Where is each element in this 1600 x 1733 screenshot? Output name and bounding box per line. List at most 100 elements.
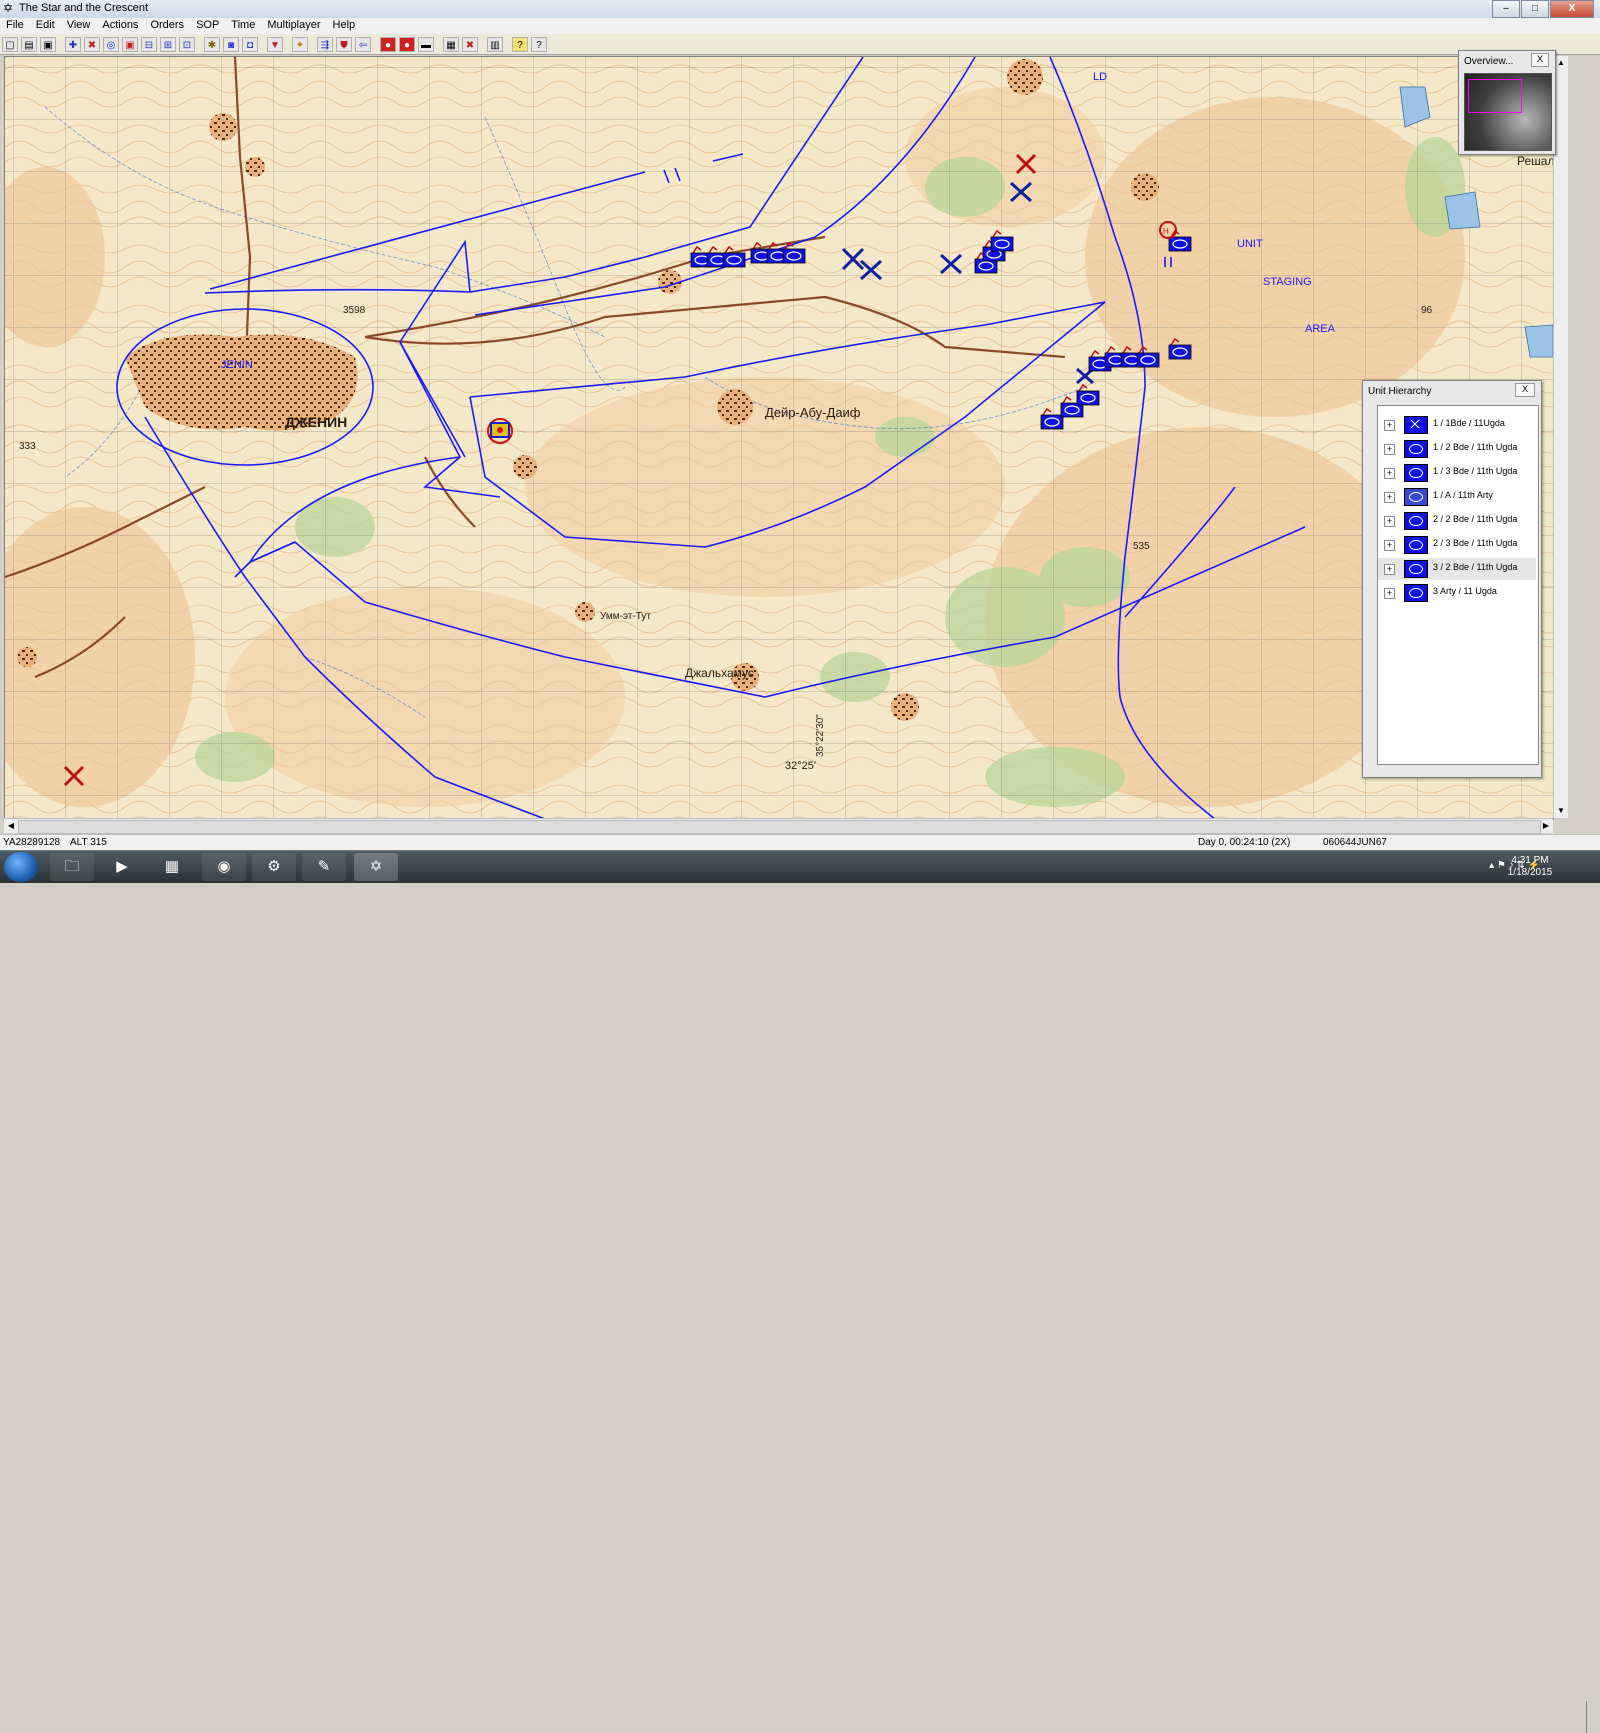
unit-tree-item[interactable]: + 3 / 2 Bde / 11th Ugda: [1378, 558, 1536, 580]
topographic-map[interactable]: H JENIN ДЖЕНИН Дейр-Абу-Даиф Джальхамус …: [5, 57, 1553, 819]
close-button[interactable]: X: [1550, 0, 1594, 18]
save-icon[interactable]: ▣: [40, 36, 56, 52]
spot-96: 96: [1421, 305, 1433, 316]
status-bar: YA28289128 ALT 315 Day 0, 00:24:10 (2X) …: [0, 834, 1600, 851]
delete-icon[interactable]: ✖: [462, 36, 478, 52]
stop-icon[interactable]: ●: [380, 36, 396, 52]
label-longitude: 35°22'30": [815, 714, 826, 757]
menu-edit[interactable]: Edit: [30, 18, 61, 34]
unit-tree-item[interactable]: + 2 / 2 Bde / 11th Ugda: [1378, 510, 1536, 532]
menu-file[interactable]: File: [0, 18, 30, 34]
label-deir-abu-daif: Дейр-Абу-Даиф: [765, 405, 861, 420]
acrobat-icon[interactable]: ✎: [302, 853, 346, 881]
taskbar: 🗀 ▶ ▦ ◉ ⚙ ✎ ✡ ▴ ⚑ ♪ ⇅ ⚡ 4:31 PM 1/18/201…: [0, 850, 1600, 1733]
horizontal-scrollbar[interactable]: ◀ ▶: [4, 818, 1553, 834]
media-player-icon[interactable]: ▶: [100, 853, 144, 881]
halt-icon[interactable]: ●: [399, 36, 415, 52]
explorer-icon[interactable]: 🗀: [50, 853, 94, 881]
scroll-right-icon[interactable]: ▶: [1539, 819, 1553, 833]
new-icon[interactable]: ▢: [2, 36, 18, 52]
expand-icon[interactable]: +: [1384, 444, 1395, 455]
status-dtg: 060644JUN67: [1323, 837, 1387, 848]
spot-333: 333: [19, 441, 36, 452]
unit-tree-item[interactable]: + 3 Arty / 11 Ugda: [1378, 582, 1536, 604]
filter-icon[interactable]: ▼: [267, 36, 283, 52]
menu-bar: File Edit View Actions Orders SOP Time M…: [0, 18, 1600, 34]
overview-close-button[interactable]: X: [1531, 53, 1549, 67]
scroll-up-icon[interactable]: ▲: [1554, 56, 1568, 70]
zoom-in-icon[interactable]: ✚: [65, 36, 81, 52]
expand-icon[interactable]: +: [1384, 420, 1395, 431]
label-ld: LD: [1093, 71, 1107, 83]
arty-icon[interactable]: ✱: [204, 36, 220, 52]
menu-actions[interactable]: Actions: [96, 18, 144, 34]
unit-tree[interactable]: + 1 / 1Bde / 11Ugda + 1 / 2 Bde / 11th U…: [1377, 405, 1539, 765]
label-umm-et-tut: Умм-эт-Тут: [600, 611, 651, 622]
context-help-icon[interactable]: ?: [531, 36, 547, 52]
help-icon[interactable]: ?: [512, 36, 528, 52]
label-jenin-latin: JENIN: [221, 359, 253, 371]
expand-icon[interactable]: +: [1384, 516, 1395, 527]
expand-icon[interactable]: +: [1384, 468, 1395, 479]
scroll-left-icon[interactable]: ◀: [4, 819, 18, 833]
app-icon[interactable]: ✡: [3, 2, 16, 15]
air-icon[interactable]: ◙: [223, 36, 239, 52]
vertical-scrollbar[interactable]: ▲ ▼: [1553, 56, 1568, 818]
report-icon[interactable]: ▦: [443, 36, 459, 52]
label-jenin-cyrillic: ДЖЕНИН: [285, 414, 347, 430]
expand-icon[interactable]: +: [1384, 588, 1395, 599]
expand-icon[interactable]: +: [1384, 540, 1395, 551]
unit-tree-item[interactable]: + 1 / 1Bde / 11Ugda: [1378, 414, 1536, 436]
apps-icon[interactable]: ▦: [150, 853, 194, 881]
hq-icon[interactable]: ⊟: [141, 36, 157, 52]
unit-tree-item[interactable]: + 2 / 3 Bde / 11th Ugda: [1378, 534, 1536, 556]
defend-icon[interactable]: ⛊: [336, 36, 352, 52]
unit-tree-item[interactable]: + 1 / 2 Bde / 11th Ugda: [1378, 438, 1536, 460]
formation2-icon[interactable]: ⊡: [179, 36, 195, 52]
start-button[interactable]: [4, 852, 38, 882]
options-icon[interactable]: ▥: [487, 36, 503, 52]
menu-sop[interactable]: SOP: [190, 18, 225, 34]
star-crescent-icon[interactable]: ✡: [354, 853, 398, 881]
show-desktop-button[interactable]: [1586, 1701, 1600, 1733]
menu-orders[interactable]: Orders: [144, 18, 190, 34]
info-icon[interactable]: ◘: [242, 36, 258, 52]
overview-viewport-rect[interactable]: [1468, 79, 1522, 113]
withdraw-icon[interactable]: ⇦: [355, 36, 371, 52]
armor-icon: [1404, 512, 1428, 530]
overview-minimap[interactable]: [1464, 73, 1552, 151]
unit-tree-item[interactable]: + 1 / 3 Bde / 11th Ugda: [1378, 462, 1536, 484]
expand-icon[interactable]: +: [1384, 492, 1395, 503]
spot-3598: 3598: [343, 305, 366, 316]
unit-tree-item[interactable]: + 1 / A / 11th Arty: [1378, 486, 1536, 508]
open-icon[interactable]: ▤: [21, 36, 37, 52]
hierarchy-close-button[interactable]: X: [1515, 383, 1535, 397]
steam-icon[interactable]: ⚙: [252, 853, 296, 881]
formation-icon[interactable]: ⊞: [160, 36, 176, 52]
map-view[interactable]: H JENIN ДЖЕНИН Дейр-Абу-Даиф Джальхамус …: [4, 56, 1554, 820]
assault-icon[interactable]: ✦: [292, 36, 308, 52]
unit-icon[interactable]: ▣: [122, 36, 138, 52]
expand-icon[interactable]: +: [1384, 564, 1395, 575]
zoom-out-icon[interactable]: ✖: [84, 36, 100, 52]
armor-icon: [1404, 464, 1428, 482]
move-icon[interactable]: ⇶: [317, 36, 333, 52]
cancel-icon[interactable]: ▬: [418, 36, 434, 52]
maximize-button[interactable]: □: [1521, 0, 1549, 18]
menu-time[interactable]: Time: [225, 18, 261, 34]
menu-help[interactable]: Help: [327, 18, 362, 34]
scroll-down-icon[interactable]: ▼: [1554, 804, 1568, 818]
hq-x-icon: [1404, 416, 1428, 434]
menu-multiplayer[interactable]: Multiplayer: [261, 18, 326, 34]
zoom-fit-icon[interactable]: ◎: [103, 36, 119, 52]
clock[interactable]: 4:31 PM 1/18/2015: [1500, 855, 1560, 879]
label-staging: STAGING: [1263, 276, 1312, 288]
label-unit: UNIT: [1237, 238, 1263, 250]
scroll-thumb[interactable]: [18, 820, 1541, 834]
minimize-button[interactable]: –: [1492, 0, 1520, 18]
chrome-icon[interactable]: ◉: [202, 853, 246, 881]
label-jalamus: Джальхамус: [685, 666, 754, 680]
status-game-time: Day 0, 00:24:10 (2X): [1198, 837, 1291, 848]
armor-icon: [1404, 560, 1428, 578]
menu-view[interactable]: View: [61, 18, 97, 34]
